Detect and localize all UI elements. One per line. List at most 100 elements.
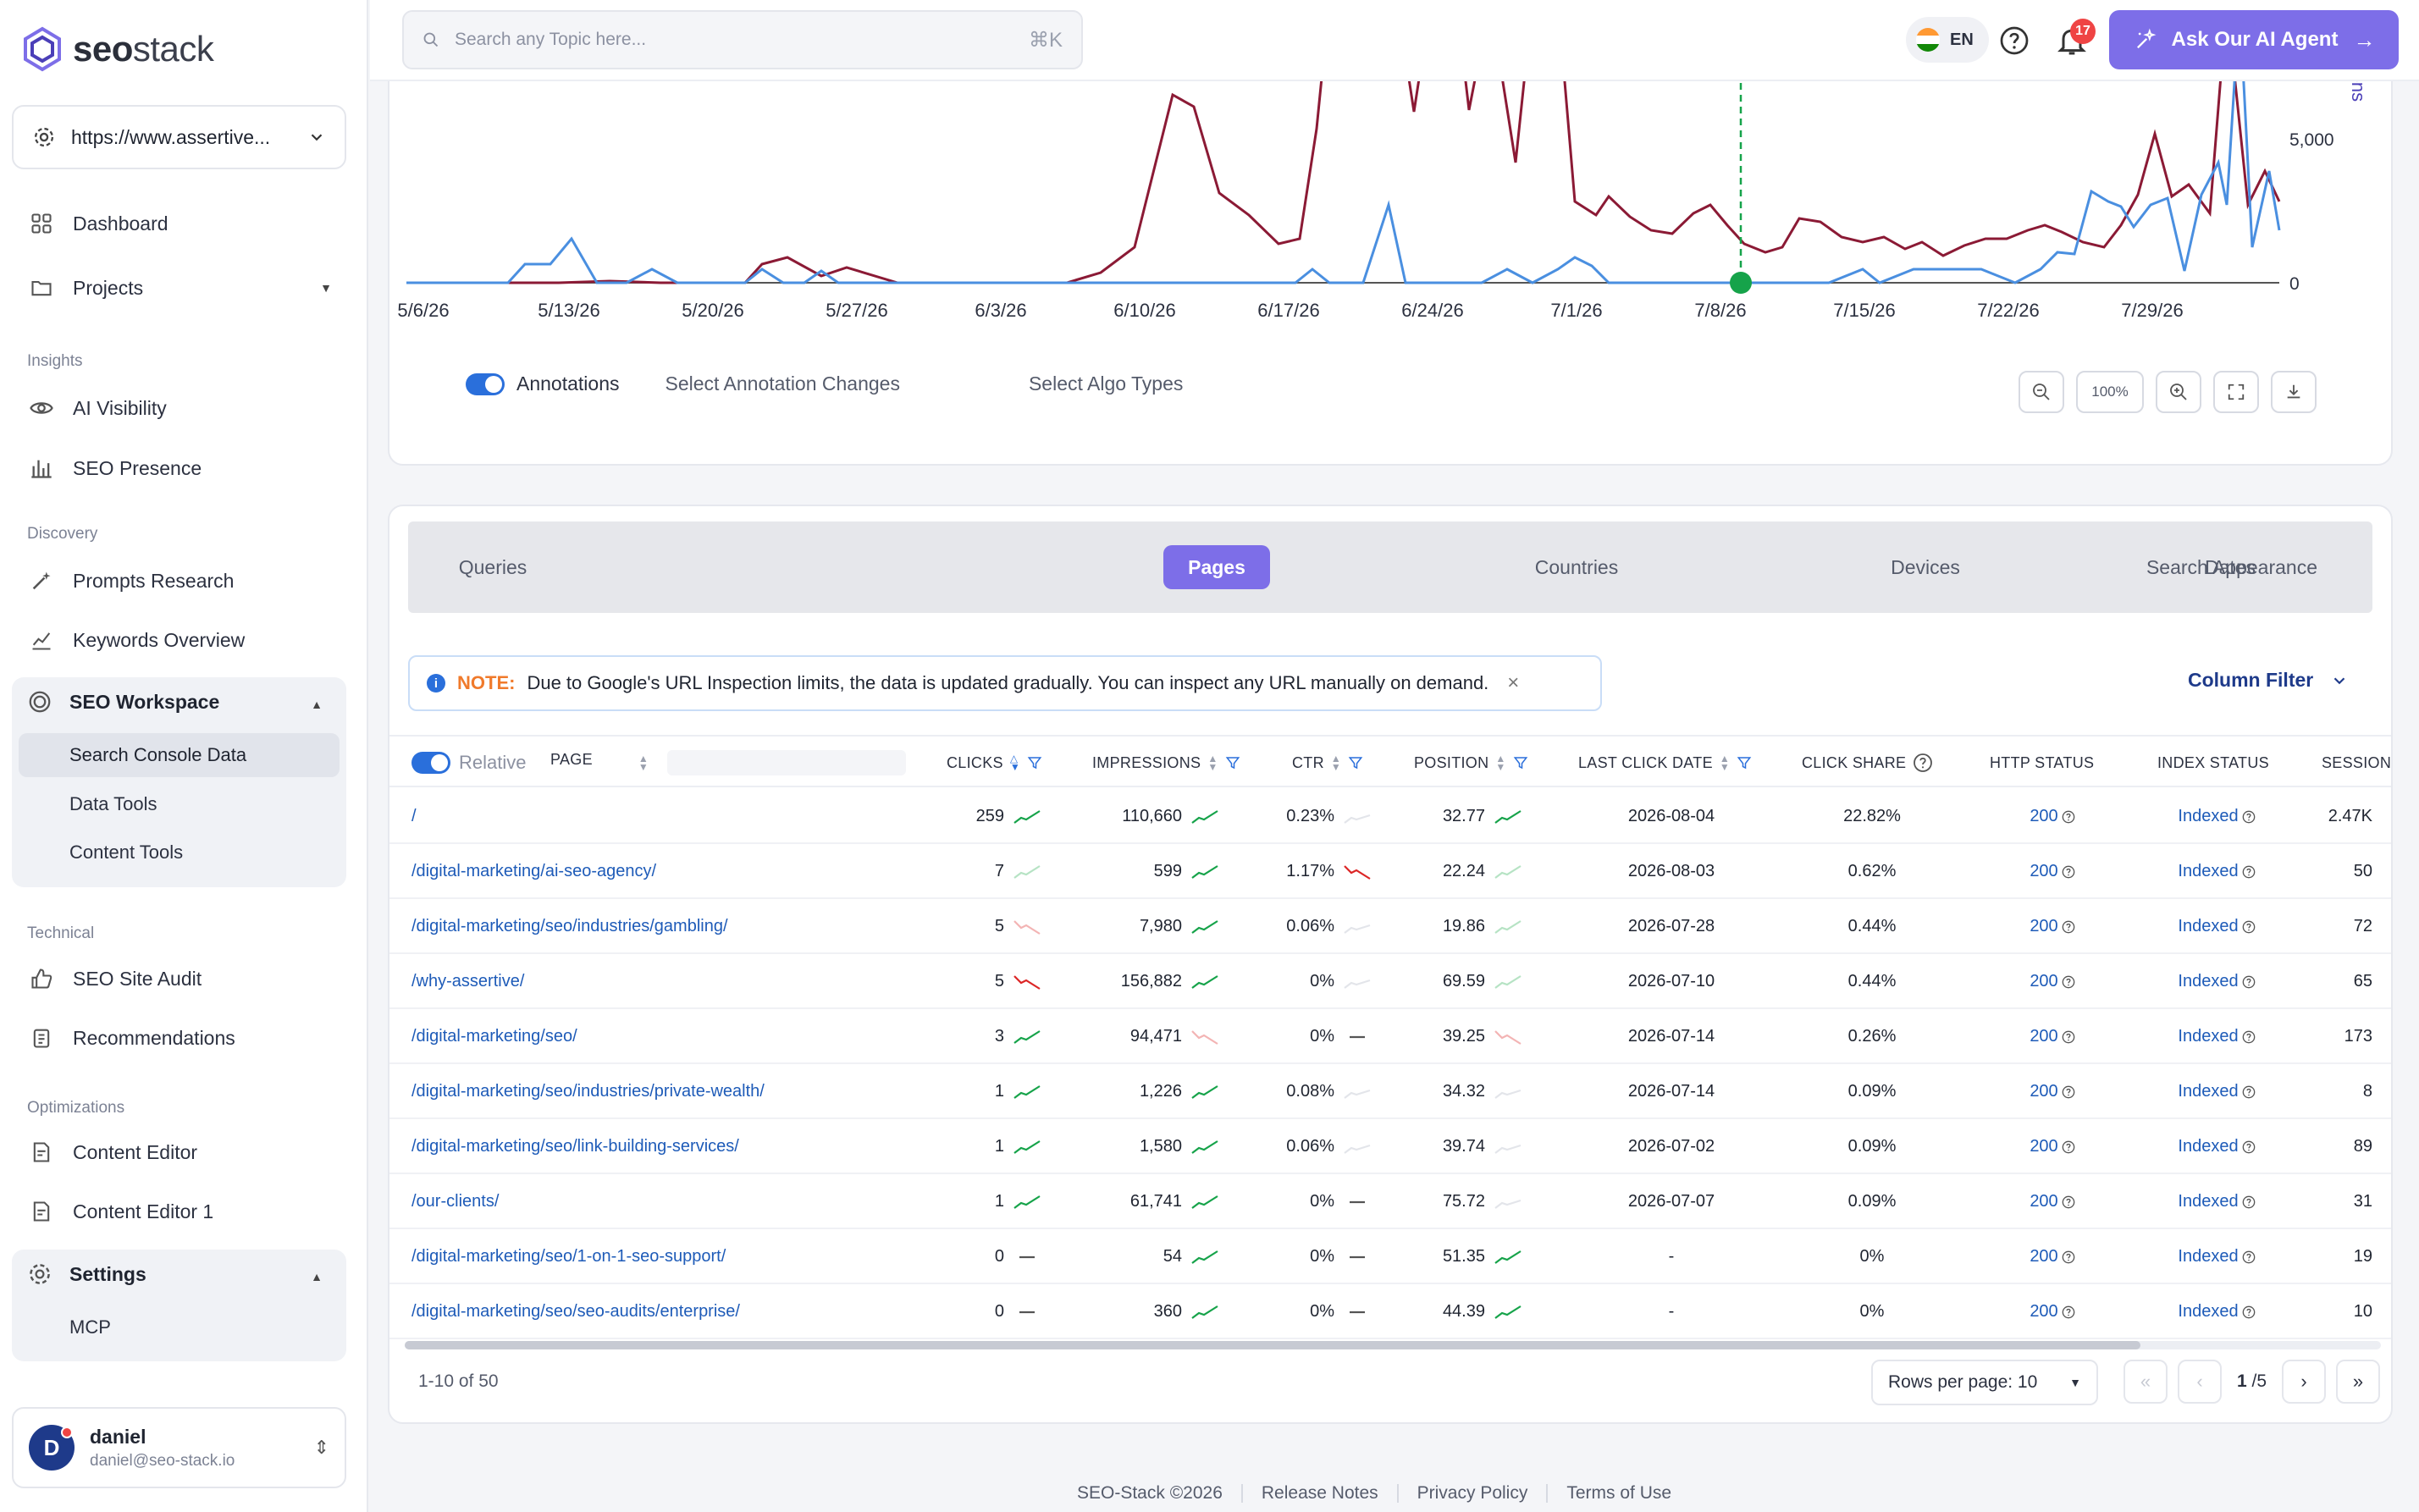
index-status-cell[interactable]: Indexed	[2157, 1229, 2276, 1284]
http-status-cell[interactable]: 200	[2002, 954, 2103, 1009]
help-icon[interactable]	[2062, 1030, 2075, 1044]
sidebar-item-settings[interactable]: Settings	[27, 1261, 146, 1287]
sidebar-item-ai-visibility[interactable]: AI Visibility	[27, 391, 167, 425]
sidebar-item-content-editor-1[interactable]: Content Editor 1	[27, 1195, 213, 1228]
page-url-link[interactable]: /	[411, 789, 417, 844]
http-status-cell[interactable]: 200	[2002, 1284, 2103, 1339]
help-icon[interactable]	[2242, 1140, 2256, 1154]
http-status-cell[interactable]: 200	[2002, 899, 2103, 954]
tab-search-appearance[interactable]: Search Appearance	[2115, 545, 2349, 589]
table-row[interactable]: /digital-marketing/seo/industries/privat…	[389, 1064, 2391, 1119]
th-position[interactable]: POSITION ▲ ▼	[1414, 737, 1528, 789]
table-row[interactable]: /our-clients/1 61,741 0% 75.72 2026-07-07 0.0…	[389, 1174, 2391, 1229]
table-row[interactable]: / 259 110,660 0.23% 32.77 2026-08-04 22.82% 200…	[389, 789, 2391, 844]
th-clicks[interactable]: CLICKS △ ▼	[947, 737, 1042, 789]
sidebar-item-keywords-overview[interactable]: Keywords Overview	[27, 623, 245, 657]
filter-icon[interactable]	[1225, 755, 1240, 770]
sort-desc-icon[interactable]: △ ▼	[1010, 753, 1020, 772]
index-status-cell[interactable]: Indexed	[2157, 1064, 2276, 1119]
help-icon[interactable]	[2062, 1305, 2075, 1319]
filter-icon[interactable]	[1348, 755, 1363, 770]
page-url-link[interactable]: /why-assertive/	[411, 954, 524, 1009]
zoom-in-button[interactable]	[2156, 371, 2201, 413]
index-status-cell[interactable]: Indexed	[2157, 1119, 2276, 1174]
page-url-link[interactable]: /digital-marketing/seo/industries/gambli…	[411, 899, 728, 954]
sidebar-item-projects[interactable]: Projects ▼	[27, 271, 332, 305]
table-row[interactable]: /digital-marketing/seo/3 94,471 0% 39.25 202…	[389, 1009, 2391, 1064]
sort-icon[interactable]: ▲ ▼	[638, 753, 649, 772]
tab-pages[interactable]: Pages	[1163, 545, 1270, 589]
annotations-toggle[interactable]	[466, 372, 505, 395]
help-icon[interactable]	[2242, 1195, 2256, 1209]
sidebar-item-data-tools[interactable]: Data Tools	[19, 782, 340, 826]
rows-per-page-select[interactable]: Rows per page: 10 ▼	[1871, 1360, 2098, 1405]
help-icon[interactable]	[2062, 810, 2075, 824]
table-row[interactable]: /digital-marketing/seo/industries/gambli…	[389, 899, 2391, 954]
page-url-link[interactable]: /digital-marketing/seo/link-building-ser…	[411, 1119, 739, 1174]
tab-devices[interactable]: Devices	[1858, 545, 1993, 589]
help-icon[interactable]	[2242, 975, 2256, 989]
table-row[interactable]: /digital-marketing/ai-seo-agency/7 599 1.1…	[389, 844, 2391, 899]
filter-icon[interactable]	[1737, 755, 1752, 770]
terms-of-use-link[interactable]: Terms of Use	[1566, 1483, 1671, 1504]
help-icon[interactable]	[2242, 1085, 2256, 1099]
index-status-cell[interactable]: Indexed	[2157, 1284, 2276, 1339]
page-filter-input[interactable]	[667, 750, 906, 775]
privacy-policy-link[interactable]: Privacy Policy	[1417, 1483, 1528, 1504]
filter-icon[interactable]	[1513, 755, 1528, 770]
sidebar-item-seo-site-audit[interactable]: SEO Site Audit	[27, 962, 202, 996]
th-page[interactable]: PAGE ▲ ▼	[550, 737, 906, 789]
download-button[interactable]	[2271, 371, 2317, 413]
http-status-cell[interactable]: 200	[2002, 1229, 2103, 1284]
release-notes-link[interactable]: Release Notes	[1262, 1483, 1378, 1504]
http-status-cell[interactable]: 200	[2002, 1009, 2103, 1064]
user-menu[interactable]: D daniel daniel@seo-stack.io ⇕	[12, 1407, 346, 1488]
help-icon[interactable]	[2242, 1030, 2256, 1044]
http-status-cell[interactable]: 200	[2002, 1119, 2103, 1174]
help-icon[interactable]	[1913, 753, 1933, 773]
fullscreen-button[interactable]	[2213, 371, 2259, 413]
page-url-link[interactable]: /digital-marketing/ai-seo-agency/	[411, 844, 656, 899]
page-url-link[interactable]: /digital-marketing/seo/	[411, 1009, 577, 1064]
help-icon[interactable]	[2242, 810, 2256, 824]
first-page-button[interactable]: «	[2124, 1360, 2168, 1404]
index-status-cell[interactable]: Indexed	[2157, 1174, 2276, 1229]
tab-queries[interactable]: Queries	[425, 545, 561, 589]
sidebar-item-seo-presence[interactable]: SEO Presence	[27, 451, 202, 485]
help-icon[interactable]	[2242, 1305, 2256, 1319]
http-status-cell[interactable]: 200	[2002, 1064, 2103, 1119]
http-status-cell[interactable]: 200	[2002, 844, 2103, 899]
help-icon[interactable]	[2242, 920, 2256, 934]
sort-icon[interactable]: ▲ ▼	[1495, 753, 1505, 772]
caret-up-icon[interactable]: ▲	[311, 1270, 323, 1283]
help-icon[interactable]	[2062, 1195, 2075, 1209]
next-page-button[interactable]: ›	[2282, 1360, 2327, 1404]
close-icon[interactable]: ×	[1507, 671, 1519, 695]
help-icon[interactable]	[1999, 25, 2030, 56]
http-status-cell[interactable]: 200	[2002, 789, 2103, 844]
table-row[interactable]: /why-assertive/5 156,882 0% 69.59 2026-07-10…	[389, 954, 2391, 1009]
page-url-link[interactable]: /digital-marketing/seo/seo-audits/enterp…	[411, 1284, 740, 1339]
tab-countries[interactable]: Countries	[1500, 545, 1653, 589]
select-algo-types[interactable]: Select Algo Types	[1029, 372, 1183, 395]
sidebar-item-search-console-data[interactable]: Search Console Data	[19, 733, 340, 777]
table-row[interactable]: /digital-marketing/seo/seo-audits/enterp…	[389, 1284, 2391, 1339]
sort-icon[interactable]: ▲ ▼	[1207, 753, 1218, 772]
sidebar-item-prompts-research[interactable]: Prompts Research	[27, 564, 234, 598]
last-page-button[interactable]: »	[2336, 1360, 2381, 1404]
help-icon[interactable]	[2062, 920, 2075, 934]
table-row[interactable]: /digital-marketing/seo/link-building-ser…	[389, 1119, 2391, 1174]
help-icon[interactable]	[2242, 1250, 2256, 1264]
help-icon[interactable]	[2062, 975, 2075, 989]
http-status-cell[interactable]: 200	[2002, 1174, 2103, 1229]
sidebar-item-mcp[interactable]: MCP	[19, 1305, 340, 1349]
sidebar-item-recommendations[interactable]: Recommendations	[27, 1021, 235, 1055]
help-icon[interactable]	[2062, 1140, 2075, 1154]
site-selector[interactable]: https://www.assertive...	[12, 105, 346, 169]
zoom-level[interactable]: 100%	[2076, 371, 2144, 413]
index-status-cell[interactable]: Indexed	[2157, 954, 2276, 1009]
caret-up-icon[interactable]: ▲	[311, 698, 323, 711]
th-impressions[interactable]: IMPRESSIONS ▲ ▼	[1092, 737, 1240, 789]
search-input[interactable]: Search any Topic here... ⌘K	[402, 10, 1083, 69]
horizontal-scrollbar[interactable]	[405, 1341, 2381, 1349]
